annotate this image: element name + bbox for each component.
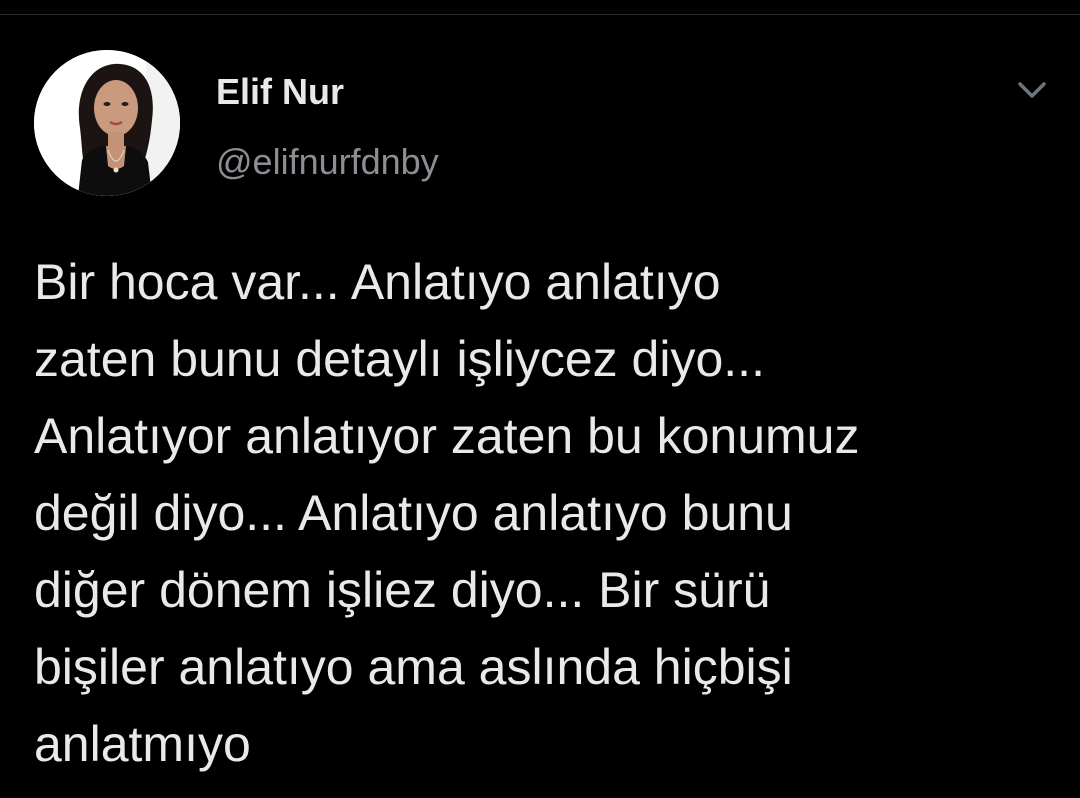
tweet-text-line: anlatmıyo	[34, 716, 251, 772]
chevron-down-icon	[1018, 82, 1046, 98]
tweet-text-line: Bir hoca var... Anlatıyo anlatıyo	[34, 254, 721, 310]
tweet-text-line: zaten bunu detaylı işliycez diyo...	[34, 331, 765, 387]
tweet: Elif Nur @elifnurfdnby Bir hoca var... A…	[0, 0, 1080, 798]
user-handle[interactable]: @elifnurfdnby	[216, 140, 439, 184]
profile-photo-icon	[34, 50, 180, 196]
tweet-text-line: diğer dönem işliez diyo... Bir sürü	[34, 562, 771, 618]
tweet-menu-button[interactable]	[1012, 74, 1052, 108]
tweet-text: Bir hoca var... Anlatıyo anlatıyo zaten …	[34, 244, 1064, 783]
tweet-text-line: değil diyo... Anlatıyo anlatıyo bunu	[34, 485, 793, 541]
tweet-text-line: bişiler anlatıyo ama aslında hiçbişi	[34, 639, 793, 695]
tweet-text-line: Anlatıyor anlatıyor zaten bu konumuz	[34, 408, 860, 464]
display-name[interactable]: Elif Nur	[216, 70, 344, 114]
avatar[interactable]	[34, 50, 180, 196]
